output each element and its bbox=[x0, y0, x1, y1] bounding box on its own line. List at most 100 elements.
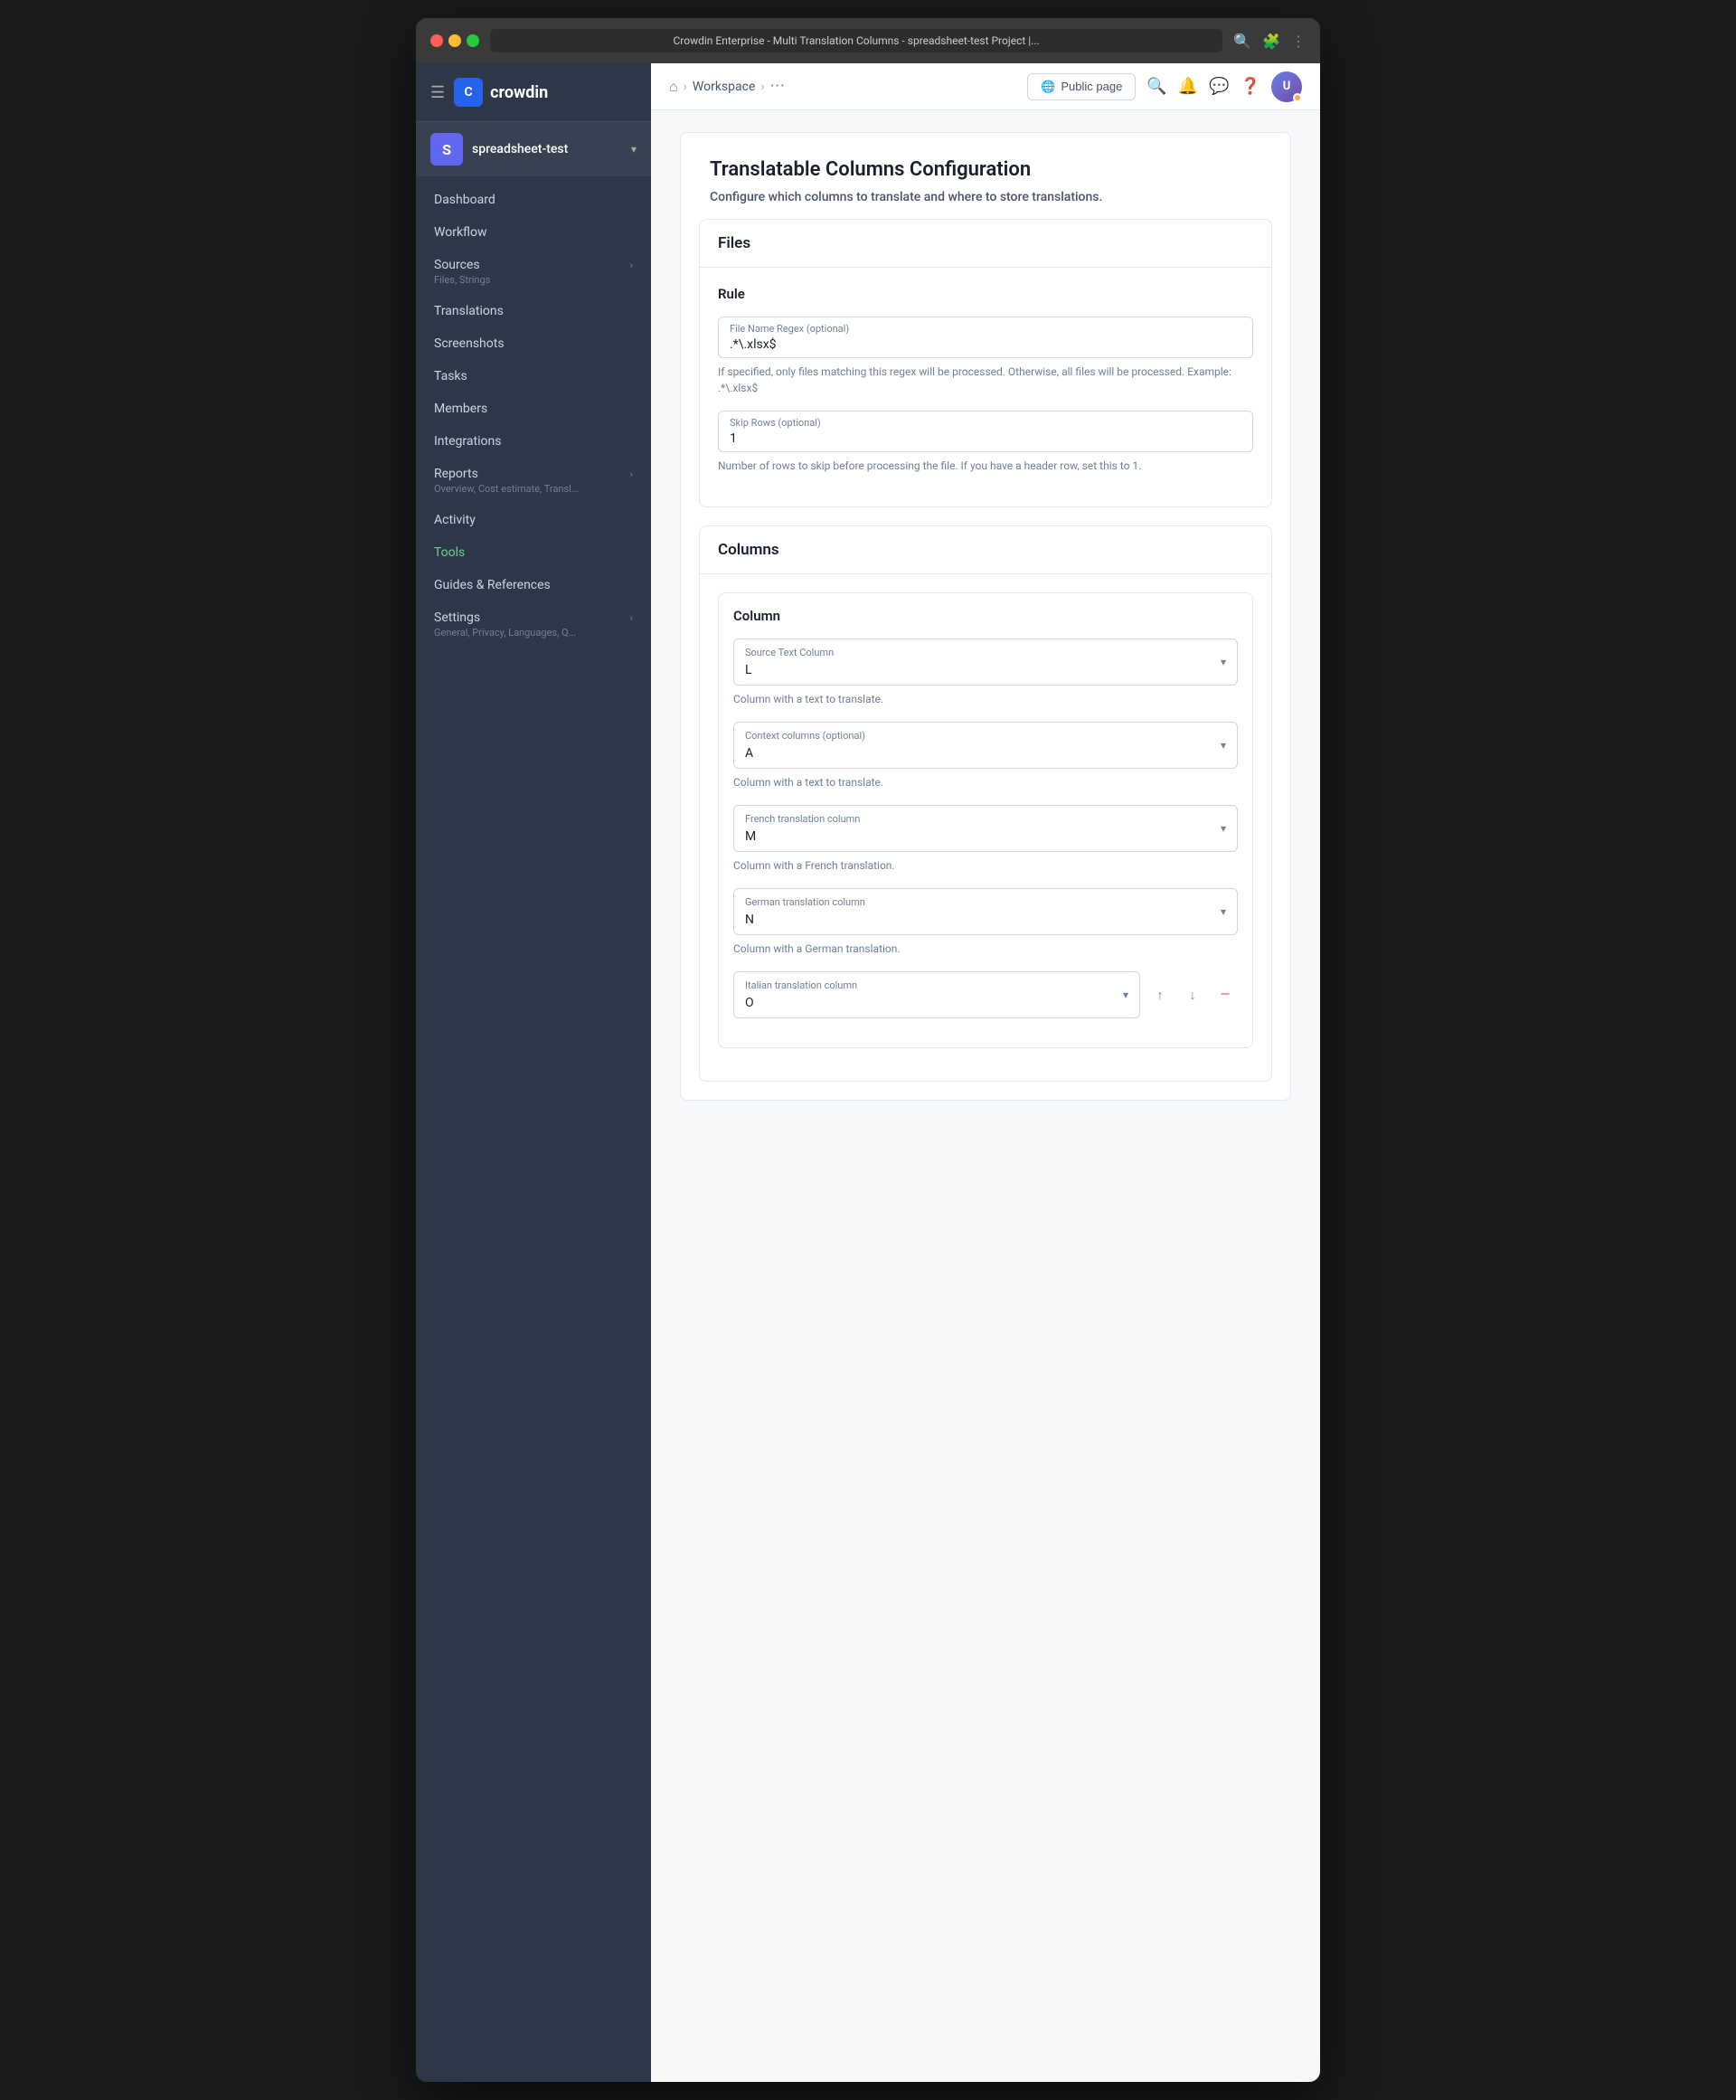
context-columns-select[interactable]: Context columns (optional) A ▾ bbox=[733, 722, 1238, 769]
sources-arrow-icon: › bbox=[629, 259, 633, 271]
sidebar-item-label: Activity bbox=[434, 513, 476, 527]
skip-rows-group: Skip Rows (optional) 1 Number of rows to… bbox=[718, 411, 1253, 474]
breadcrumb-workspace[interactable]: Workspace bbox=[693, 80, 756, 94]
files-section-title: Files bbox=[718, 234, 750, 252]
main-content: Translatable Columns Configuration Confi… bbox=[651, 110, 1320, 2082]
french-translation-group: French translation column M ▾ Column wit… bbox=[733, 805, 1238, 874]
sidebar-header: ☰ C crowdin bbox=[416, 63, 651, 122]
sidebar-item-activity[interactable]: Activity bbox=[416, 504, 651, 536]
french-translation-arrow-icon: ▾ bbox=[1221, 822, 1226, 835]
sidebar-item-label: Settings bbox=[434, 610, 480, 625]
file-name-regex-group: File Name Regex (optional) .*\.xlsx$ If … bbox=[718, 317, 1253, 396]
french-translation-label: French translation column bbox=[745, 813, 1204, 825]
search-icon[interactable]: 🔍 bbox=[1146, 77, 1166, 96]
german-translation-group: German translation column N ▾ Column wit… bbox=[733, 888, 1238, 957]
files-section: Files Rule File Name Regex (optional) .*… bbox=[699, 219, 1272, 507]
reports-arrow-icon: › bbox=[629, 468, 633, 480]
sidebar-item-members[interactable]: Members bbox=[416, 393, 651, 425]
breadcrumb-separator: › bbox=[684, 80, 687, 94]
page-card-header: Translatable Columns Configuration Confi… bbox=[681, 133, 1290, 219]
sidebar-item-tools[interactable]: Tools bbox=[416, 536, 651, 569]
sidebar-item-guides[interactable]: Guides & References bbox=[416, 569, 651, 601]
browser-search-icon[interactable]: 🔍 bbox=[1233, 33, 1251, 50]
skip-rows-field[interactable]: Skip Rows (optional) 1 bbox=[718, 411, 1253, 452]
breadcrumb: ⌂ › Workspace › ··· bbox=[669, 77, 1020, 96]
files-section-header: Files bbox=[700, 220, 1271, 268]
top-bar-actions: 🌐 Public page 🔍 🔔 💬 ❓ U bbox=[1027, 71, 1302, 102]
context-columns-label: Context columns (optional) bbox=[745, 730, 1204, 742]
project-avatar: S bbox=[430, 133, 463, 166]
move-down-button[interactable]: ↓ bbox=[1180, 982, 1205, 1007]
german-translation-label: German translation column bbox=[745, 896, 1204, 908]
close-button[interactable] bbox=[430, 34, 443, 47]
sidebar: ☰ C crowdin S spreadsheet-test ▾ Dashboa… bbox=[416, 63, 651, 2082]
sidebar-item-integrations[interactable]: Integrations bbox=[416, 425, 651, 458]
sidebar-item-translations[interactable]: Translations bbox=[416, 295, 651, 327]
sidebar-item-label: Workflow bbox=[434, 225, 487, 240]
project-selector[interactable]: S spreadsheet-test ▾ bbox=[416, 122, 651, 176]
top-bar: ⌂ › Workspace › ··· 🌐 Public page 🔍 🔔 💬 … bbox=[651, 63, 1320, 110]
file-name-regex-hint: If specified, only files matching this r… bbox=[718, 364, 1253, 396]
german-translation-select[interactable]: German translation column N ▾ bbox=[733, 888, 1238, 935]
notification-bell-icon[interactable]: 🔔 bbox=[1178, 77, 1198, 96]
breadcrumb-more[interactable]: ··· bbox=[770, 77, 786, 96]
sidebar-item-label: Integrations bbox=[434, 434, 501, 449]
sidebar-item-dashboard[interactable]: Dashboard bbox=[416, 184, 651, 216]
file-name-regex-label: File Name Regex (optional) bbox=[730, 323, 849, 335]
sidebar-item-sources[interactable]: Sources › Files, Strings bbox=[416, 249, 651, 295]
avatar-initials: U bbox=[1283, 80, 1291, 93]
breadcrumb-separator-2: › bbox=[760, 80, 764, 94]
browser-chrome: Crowdin Enterprise - Multi Translation C… bbox=[416, 18, 1320, 63]
italian-translation-select[interactable]: Italian translation column O ▾ bbox=[733, 971, 1140, 1018]
sidebar-item-label: Translations bbox=[434, 304, 504, 318]
file-name-regex-field[interactable]: File Name Regex (optional) .*\.xlsx$ bbox=[718, 317, 1253, 358]
messages-icon[interactable]: 💬 bbox=[1209, 77, 1229, 96]
column-block-title: Column bbox=[733, 608, 1238, 624]
sidebar-item-reports[interactable]: Reports › Overview, Cost estimate, Trans… bbox=[416, 458, 651, 504]
italian-translation-group: Italian translation column O ▾ ↑ ↓ — bbox=[733, 971, 1238, 1018]
sidebar-item-screenshots[interactable]: Screenshots bbox=[416, 327, 651, 360]
italian-translation-value: O bbox=[745, 996, 754, 1010]
user-avatar[interactable]: U bbox=[1271, 71, 1302, 102]
page-title: Translatable Columns Configuration bbox=[710, 158, 1261, 181]
french-translation-value: M bbox=[745, 829, 756, 844]
sidebar-item-workflow[interactable]: Workflow bbox=[416, 216, 651, 249]
source-text-column-select[interactable]: Source Text Column L ▾ bbox=[733, 639, 1238, 686]
browser-extension-icon[interactable]: 🧩 bbox=[1262, 33, 1280, 50]
maximize-button[interactable] bbox=[467, 34, 479, 47]
columns-section-body: Column Source Text Column L ▾ Column wit… bbox=[700, 574, 1271, 1081]
sidebar-item-tasks[interactable]: Tasks bbox=[416, 360, 651, 393]
settings-sub-label: General, Privacy, Languages, Q... bbox=[434, 627, 576, 639]
source-text-column-arrow-icon: ▾ bbox=[1221, 656, 1226, 668]
skip-rows-hint: Number of rows to skip before processing… bbox=[718, 458, 1253, 474]
french-translation-hint: Column with a French translation. bbox=[733, 857, 1238, 874]
reports-sub-label: Overview, Cost estimate, Transl... bbox=[434, 483, 580, 495]
home-icon[interactable]: ⌂ bbox=[669, 78, 678, 96]
page-card: Translatable Columns Configuration Confi… bbox=[680, 132, 1291, 1101]
sidebar-item-settings[interactable]: Settings › General, Privacy, Languages, … bbox=[416, 601, 651, 648]
sidebar-item-label: Tasks bbox=[434, 369, 467, 383]
hamburger-icon[interactable]: ☰ bbox=[430, 83, 445, 102]
french-translation-select[interactable]: French translation column M ▾ bbox=[733, 805, 1238, 852]
browser-menu-icon[interactable]: ⋮ bbox=[1291, 33, 1306, 50]
sources-sub-label: Files, Strings bbox=[434, 274, 490, 286]
help-icon[interactable]: ❓ bbox=[1241, 77, 1260, 96]
sidebar-item-label: Dashboard bbox=[434, 193, 495, 207]
source-text-column-label: Source Text Column bbox=[745, 647, 1204, 658]
minimize-button[interactable] bbox=[448, 34, 461, 47]
avatar-badge bbox=[1293, 93, 1302, 102]
german-translation-arrow-icon: ▾ bbox=[1221, 905, 1226, 918]
italian-translation-arrow-icon: ▾ bbox=[1123, 989, 1128, 1001]
delete-button[interactable]: — bbox=[1212, 982, 1238, 1007]
move-up-button[interactable]: ↑ bbox=[1147, 982, 1173, 1007]
context-columns-group: Context columns (optional) A ▾ Column wi… bbox=[733, 722, 1238, 790]
crowdin-logo-text: crowdin bbox=[490, 83, 548, 102]
sidebar-item-label: Sources bbox=[434, 258, 480, 272]
project-dropdown-icon: ▾ bbox=[631, 143, 637, 156]
app-layout: ☰ C crowdin S spreadsheet-test ▾ Dashboa… bbox=[416, 63, 1320, 2082]
address-bar[interactable]: Crowdin Enterprise - Multi Translation C… bbox=[490, 29, 1222, 52]
sidebar-item-label: Members bbox=[434, 402, 487, 416]
public-page-button[interactable]: 🌐 Public page bbox=[1027, 73, 1136, 100]
traffic-lights bbox=[430, 34, 479, 47]
project-name: spreadsheet-test bbox=[472, 142, 622, 156]
